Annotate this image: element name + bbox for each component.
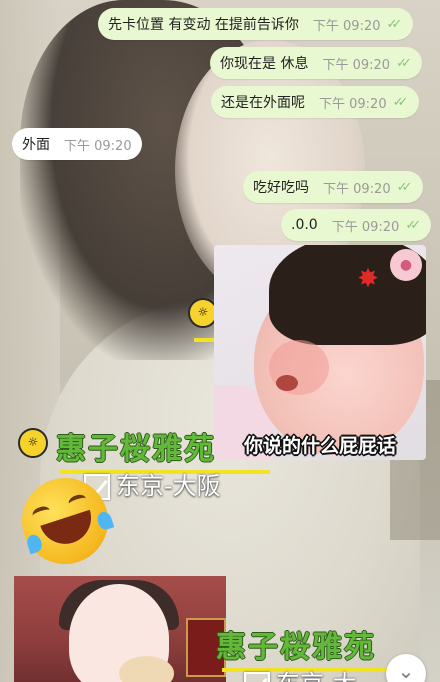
message-bubble-outgoing[interactable]: 先卡位置 有变动 在提前告诉你 下午 09:20 ✓✓ <box>98 8 413 40</box>
route-text: 东京-大阪 <box>116 472 221 500</box>
sticker-caption: 你说的什么屁屁话 <box>243 435 396 457</box>
emoji-eye <box>67 492 88 510</box>
toddler-mouth <box>276 375 298 391</box>
message-bubble-outgoing[interactable]: 还是在外面呢 下午 09:20 ✓✓ <box>211 86 419 118</box>
route-label: 东京-大 <box>244 664 357 682</box>
message-time: 下午 09:20 <box>64 138 132 154</box>
read-receipt-icon: ✓✓ <box>392 94 409 110</box>
message-time: 下午 09:20 <box>319 96 387 112</box>
message-bubble-outgoing[interactable]: 你现在是 休息 下午 09:20 ✓✓ <box>210 47 423 79</box>
emoji-eye <box>30 504 52 522</box>
message-time: 下午 09:20 <box>312 18 381 34</box>
emoji-mouth <box>40 509 98 551</box>
message-text: .0.0 <box>291 217 318 233</box>
message-bubble-outgoing[interactable]: .0.0 下午 09:20 ✓✓ <box>281 209 432 241</box>
chevron-down-icon[interactable]: ⌄ <box>386 654 426 682</box>
read-receipt-icon: ✓✓ <box>396 179 413 195</box>
read-receipt-icon: ✓✓ <box>386 16 403 32</box>
message-time: 下午 09:20 <box>323 181 391 197</box>
checkbox-icon <box>244 672 270 682</box>
message-text: 你现在是 休息 <box>220 56 309 72</box>
message-bubble-incoming[interactable]: 外面 下午 09:20 <box>12 128 142 160</box>
angry-symbol-icon: ✸ <box>357 264 379 294</box>
message-text: 吃好吃吗 <box>253 180 309 196</box>
video-sticker[interactable] <box>14 576 226 682</box>
route-label: 东京-大阪 <box>84 466 221 501</box>
chat-screen: 先卡位置 有变动 在提前告诉你 下午 09:20 ✓✓ 你现在是 休息 下午 0… <box>0 0 440 682</box>
read-receipt-icon: ✓✓ <box>396 55 412 71</box>
message-time: 下午 09:20 <box>322 57 391 73</box>
route-text: 东京-大 <box>276 670 357 682</box>
sticker-image[interactable]: ✸ ● 你说的什么屁屁话 <box>214 245 426 460</box>
message-time: 下午 09:20 <box>331 219 400 235</box>
brand-title: 惠子桜雅苑 <box>216 630 376 665</box>
read-receipt-icon: ✓✓ <box>405 217 421 233</box>
yellow-stripe <box>194 338 216 342</box>
message-text: 先卡位置 有变动 在提前告诉你 <box>108 17 299 33</box>
sun-emoji-icon: ☼ <box>18 428 48 458</box>
brand-title: 惠子桜雅苑 <box>56 432 216 467</box>
message-text: 还是在外面呢 <box>221 95 305 111</box>
message-bubble-outgoing[interactable]: 吃好吃吗 下午 09:20 ✓✓ <box>243 171 423 203</box>
pig-icon: ● <box>390 249 422 281</box>
message-text: 外面 <box>22 137 50 153</box>
